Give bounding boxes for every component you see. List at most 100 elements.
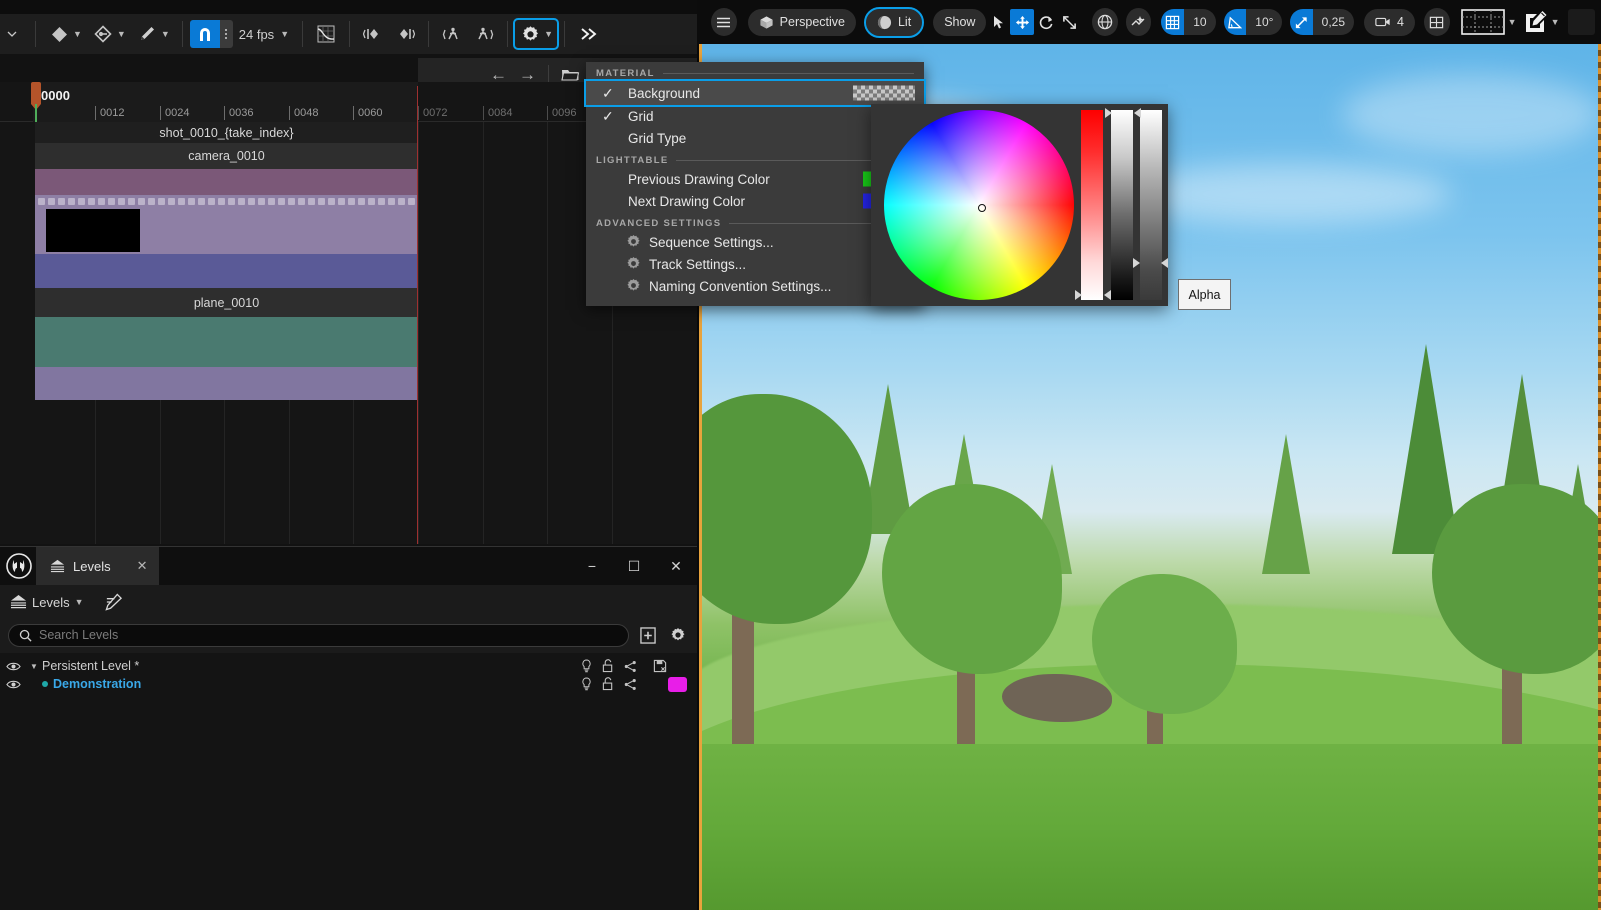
grid-snap-toggle[interactable]: 10 [1161,9,1216,35]
scale-tool[interactable] [1058,9,1082,35]
color-picker-popup[interactable] [871,104,1168,306]
angle-snap-value[interactable]: 10° [1246,9,1283,35]
folder-icon[interactable] [561,67,580,83]
settings-dropdown[interactable]: ▼ [513,18,560,50]
alpha-marker[interactable] [1161,258,1168,268]
menu-item-label: Background [628,85,701,101]
view-mode-dropdown[interactable]: Lit [865,8,923,36]
menu-item-background[interactable]: ✓ Background [584,79,926,107]
hue-marker[interactable] [1104,290,1111,300]
close-icon[interactable]: ✕ [137,558,148,574]
scale-snap-icon[interactable] [1290,9,1313,35]
levels-settings-button[interactable] [667,624,689,646]
plane-content-range[interactable] [35,367,418,400]
alpha-bar[interactable] [1140,110,1162,300]
close-button[interactable]: ✕ [655,547,697,585]
chevron-down-icon[interactable]: ▼ [1508,17,1517,27]
brush-dropdown[interactable]: ▼ [131,20,175,48]
show-menu-dropdown[interactable]: Show [933,8,987,36]
lock-icon[interactable] [602,677,614,691]
camera-speed-dropdown[interactable]: 4 [1364,8,1415,36]
sub-track[interactable] [35,254,418,288]
next-drawing-color-swatch[interactable] [863,193,871,209]
rotate-tool[interactable] [1034,9,1058,35]
lighting-icon[interactable] [581,677,592,691]
camera-anim-range[interactable] [35,169,418,195]
extra-panel-button[interactable] [1567,9,1595,35]
plane-track[interactable]: plane_0010 [35,288,418,317]
search-levels-field[interactable] [8,623,629,647]
next-pose-icon [473,23,495,45]
color-wheel[interactable] [884,110,1074,300]
snap-options-button[interactable] [219,20,233,48]
level-color-chip[interactable] [668,676,687,692]
visibility-eye-icon[interactable] [0,679,26,690]
background-color-swatch[interactable] [853,85,915,101]
minimize-button[interactable]: − [571,547,613,585]
maximize-button[interactable]: ☐ [613,547,655,585]
edit-mode-group[interactable]: ▼ [1524,10,1560,34]
levels-menu-label: Levels [32,594,70,610]
levels-menu-dropdown[interactable]: Levels ▼ [10,594,84,610]
hue-bar[interactable] [1081,110,1103,300]
edit-pencil-icon[interactable] [1524,10,1548,34]
alpha-marker[interactable] [1133,258,1140,268]
edit-level-button[interactable] [104,593,123,611]
viewport-layout-button[interactable] [1423,8,1450,36]
actions-dropdown[interactable] [0,20,28,48]
value-marker[interactable] [1134,108,1141,118]
levels-window: Levels ✕ − ☐ ✕ Levels ▼ Search Levels ▼ … [0,546,697,910]
playhead-handle[interactable] [31,82,41,110]
translate-tool[interactable] [1010,9,1035,35]
persistent-level-row[interactable]: ▼ Persistent Level * [0,657,697,675]
lock-icon[interactable] [602,659,614,673]
overflow-button[interactable] [572,20,604,48]
angle-snap-icon[interactable] [1223,9,1247,35]
previous-drawing-color-swatch[interactable] [863,171,871,187]
chevron-down-icon [1,23,23,45]
streaming-icon[interactable] [624,678,637,691]
previous-key-button[interactable] [357,20,389,48]
next-pose-button[interactable] [468,20,500,48]
world-space-toggle[interactable] [1091,8,1118,36]
key-interpolation-dropdown[interactable]: ▼ [87,20,131,48]
scale-snap-toggle[interactable]: 0,25 [1290,9,1355,35]
demonstration-level-row[interactable]: Demonstration [0,675,697,693]
levels-titlebar[interactable]: Levels ✕ − ☐ ✕ [0,547,697,585]
key-shape-dropdown[interactable]: ▼ [43,20,87,48]
curve-editor-button[interactable] [310,20,342,48]
next-key-button[interactable] [389,20,421,48]
expand-arrow-icon[interactable]: ▼ [26,662,42,671]
value-marker[interactable] [1105,108,1112,118]
camera-mode-dropdown[interactable]: Perspective [747,8,856,36]
surface-snap-toggle[interactable] [1125,8,1152,36]
scale-snap-value[interactable]: 0,25 [1312,9,1355,35]
chevron-down-icon[interactable]: ▼ [1551,17,1560,27]
plane-anim-range[interactable] [35,317,418,367]
add-level-button[interactable] [637,624,659,646]
value-bar[interactable] [1111,110,1133,300]
frame-rate-dropdown[interactable]: 24 fps ▼ [233,20,295,48]
chevron-down-icon: ▼ [280,28,290,39]
streaming-icon[interactable] [624,660,637,673]
shot-track[interactable]: shot_0010_{take_index} [35,122,418,143]
levels-tab[interactable]: Levels ✕ [36,547,160,585]
viewport-menu-button[interactable] [711,8,737,36]
maximize-group[interactable]: ▼ [1460,9,1517,35]
grid-snap-icon[interactable] [1161,9,1185,35]
grid-snap-value[interactable]: 10 [1184,9,1216,35]
save-level-icon[interactable] [653,659,667,673]
visibility-eye-icon[interactable] [0,661,26,672]
camera-content-range[interactable] [35,207,418,254]
search-input[interactable] [39,628,618,642]
select-tool[interactable] [986,9,1010,35]
lighting-icon[interactable] [581,659,592,673]
color-wheel-cursor[interactable] [978,204,986,212]
previous-pose-button[interactable] [436,20,468,48]
snap-toggle[interactable] [189,20,220,48]
angle-snap-toggle[interactable]: 10° [1223,9,1283,35]
maximize-icon[interactable] [1460,9,1505,35]
hue-marker[interactable] [1075,290,1082,300]
camera-track[interactable]: camera_0010 [35,143,418,169]
camera-keys-row[interactable] [35,195,418,207]
